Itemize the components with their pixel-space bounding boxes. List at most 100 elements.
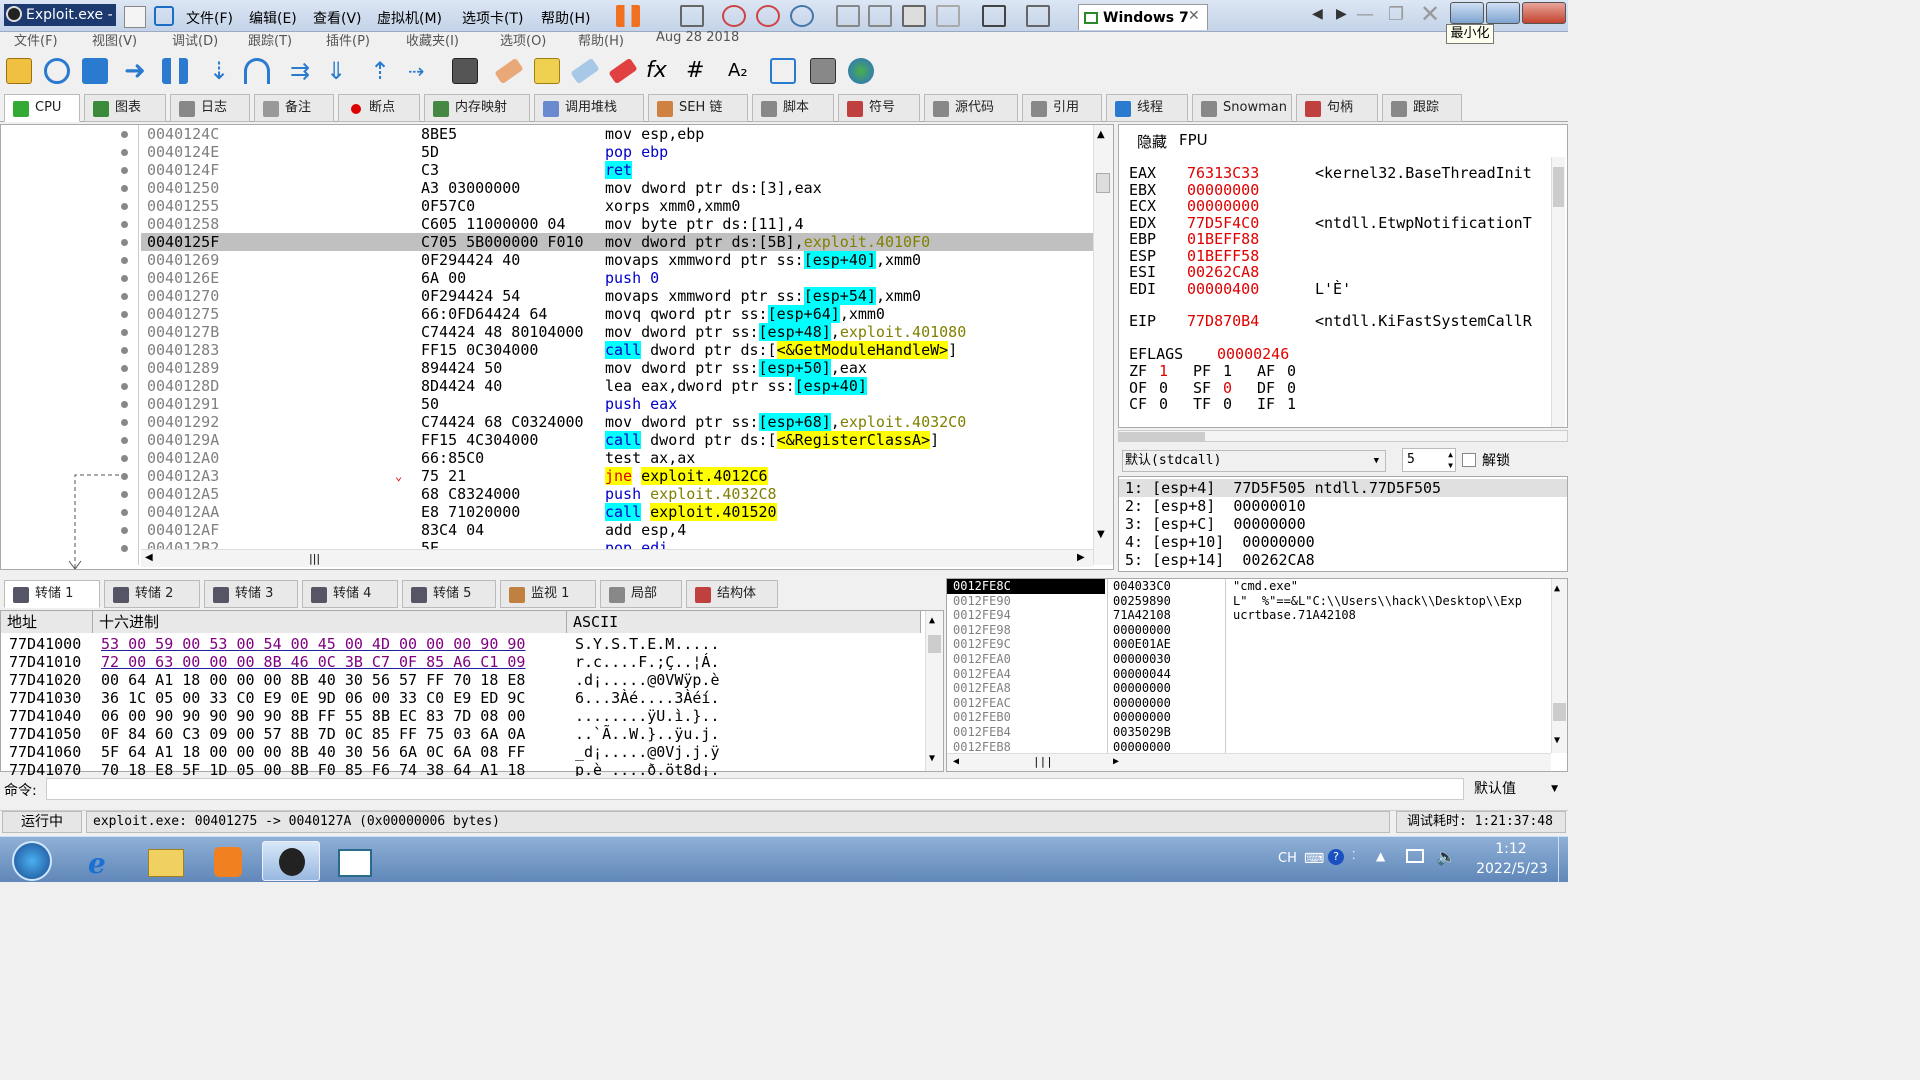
tab-5[interactable]: 内存映射 [424,94,530,122]
breakpoint-dot[interactable] [121,311,128,318]
stack-address[interactable]: 0012FEB0 [953,710,1011,725]
volume-icon[interactable]: 🔈 [1436,847,1456,866]
tab-15[interactable]: 跟踪 [1382,94,1462,122]
stack-value[interactable]: 000E01AE [1113,637,1171,652]
stack-pane[interactable]: 0012FE8C 004033C0 "cmd.exe" 0012FE90 0025989… [946,578,1568,772]
disasm-row[interactable]: 00401258 C605 11000000 04 mov byte ptr ds:… [141,215,1093,233]
prev-tab-icon[interactable]: ◀ [1312,6,1323,22]
dump-header-address[interactable]: 地址 [1,611,93,633]
hex-dump-pane[interactable]: 地址 十六进制 ASCII 77D41000 53 00 59 00 53 00 … [0,610,944,779]
scroll-up-icon[interactable]: ▲ [1097,129,1105,140]
scroll-right-icon[interactable]: ▶ [1113,756,1119,767]
terminal-icon[interactable] [982,5,1006,27]
clock-date[interactable]: 2022/5/23 [1466,861,1558,877]
dump-row[interactable]: 77D41000 53 00 59 00 53 00 54 00 45 00 4D… [1,635,921,653]
scroll-thumb[interactable] [1119,432,1205,441]
unlock-checkbox[interactable] [1462,453,1476,467]
scylla-icon[interactable] [452,58,478,84]
taskbar-x64dbg[interactable] [262,841,320,881]
patch-icon[interactable] [494,57,524,85]
tab-6[interactable]: 调用堆栈 [534,94,644,122]
run-icon[interactable]: ➜ [124,58,150,84]
arg-count-spinner[interactable]: 5 ▲ ▼ [1402,448,1456,472]
breakpoint-dot[interactable] [121,257,128,264]
breakpoint-dot[interactable] [121,455,128,462]
breakpoint-dot[interactable] [121,221,128,228]
disasm-row[interactable]: 00401270 0F294424 54 movaps xmmword ptr ss… [141,287,1093,305]
register-value[interactable]: 01BEFF88 [1187,231,1259,248]
run-to-user-code-icon[interactable]: ⇢ [408,58,434,84]
register-value[interactable]: 76313C33 [1187,165,1259,182]
dump-header-ascii[interactable]: ASCII [567,611,921,633]
argument-row[interactable]: 4: [esp+10] 00000000 [1119,533,1567,551]
breakpoint-dot[interactable] [121,383,128,390]
stack-value[interactable]: 00259890 [1113,594,1171,609]
host-menu-item-2[interactable]: 查看(V) [313,8,362,28]
minimize-button[interactable] [1450,2,1484,24]
host-menu-item-1[interactable]: 编辑(E) [249,8,297,28]
dump-tab-4[interactable]: 转储 5 [402,580,496,608]
stack-hscroll[interactable]: ◀ ||| ▶ [947,753,1551,771]
scroll-down-icon[interactable]: ▼ [1097,529,1105,540]
flag-value[interactable]: 0 [1223,396,1232,413]
dump-vscroll[interactable]: ▲ ▼ [925,611,943,771]
stack-value[interactable]: 00000000 [1113,696,1171,711]
disasm-row[interactable]: 00401250 A3 03000000 mov dword ptr ds:[3],… [141,179,1093,197]
app-menu-item-8[interactable]: Aug 28 2018 [656,30,739,45]
stack-address[interactable]: 0012FEA0 [953,652,1011,667]
app-menu-item-5[interactable]: 收藏夹(I) [406,30,459,49]
functions-icon[interactable]: fx [646,58,672,84]
ime-options-icon[interactable]: ⁚ [1352,849,1356,862]
breakpoint-dot[interactable] [121,401,128,408]
dump-header-hex[interactable]: 十六进制 [93,611,567,633]
app-menu-item-3[interactable]: 跟踪(T) [248,30,292,49]
breakpoint-dot[interactable] [121,293,128,300]
breakpoint-dot[interactable] [121,365,128,372]
calculator-icon[interactable] [810,58,836,84]
fullscreen-icon[interactable] [902,5,926,27]
command-mode-select[interactable]: 默认值 ▼ [1468,778,1564,800]
stack-value[interactable]: 0035029B [1113,725,1171,740]
register-value[interactable]: 00000000 [1187,198,1259,215]
register-value[interactable]: 00262CA8 [1187,264,1259,281]
argument-row[interactable]: 3: [esp+C] 00000000 [1119,515,1567,533]
disassembly-pane[interactable]: 0040124C 8BE5 mov esp,ebp 0040124E 5D pop ebp… [0,124,1114,570]
dump-row[interactable]: 77D41010 72 00 63 00 00 00 8B 46 0C 3B C7… [1,653,921,671]
breakpoint-dot[interactable] [121,509,128,516]
breakpoint-dot[interactable] [121,131,128,138]
step-into-icon[interactable]: ⇣ [206,58,232,84]
close-button[interactable] [1522,2,1566,24]
dump-tab-1[interactable]: 转储 2 [104,580,200,608]
tab-11[interactable]: 引用 [1022,94,1102,122]
breakpoint-dot[interactable] [121,275,128,282]
hide-fpu-toggle[interactable]: 隐藏 [1137,131,1167,152]
stack-address[interactable]: 0012FE94 [953,608,1011,623]
dump-row[interactable]: 77D41030 36 1C 05 00 33 C0 E9 0E 9D 06 00… [1,689,921,707]
app-menu-item-1[interactable]: 视图(V) [92,30,137,49]
trace-into-icon[interactable]: ⇉ [290,58,316,84]
scroll-thumb[interactable] [928,635,941,653]
sidebar-icon[interactable] [836,5,860,27]
trace-over-icon[interactable]: ⇓ [326,58,352,84]
stack-value[interactable]: 00000000 [1113,623,1171,638]
restart-icon[interactable] [44,58,70,84]
dump-tab-3[interactable]: 转储 4 [302,580,398,608]
argument-row[interactable]: 1: [esp+4] 77D5F505 ntdll.77D5F505 [1119,479,1567,497]
clock-time[interactable]: 1:12 [1480,841,1542,857]
eflags-value[interactable]: 00000246 [1217,346,1289,363]
dump-tab-7[interactable]: 结构体 [686,580,778,608]
disasm-row[interactable]: 00401289 894424 50 mov dword ptr ss:[esp+5… [141,359,1093,377]
stack-address[interactable]: 0012FEA8 [953,681,1011,696]
flag-value[interactable]: 0 [1159,396,1168,413]
breakpoint-dot[interactable] [121,437,128,444]
dump-tab-2[interactable]: 转储 3 [204,580,298,608]
arguments-pane[interactable]: 1: [esp+4] 77D5F505 ntdll.77D5F505 2: [es… [1118,476,1568,572]
register-value[interactable]: 00000000 [1187,181,1259,199]
dump-row[interactable]: 77D41020 00 64 A1 18 00 00 00 8B 40 30 56… [1,671,921,689]
tray-expand-icon[interactable]: ▲ [1376,849,1385,863]
breakpoint-dot[interactable] [121,491,128,498]
disasm-row[interactable]: 00401255 0F57C0 xorps xmm0,xmm0 [141,197,1093,215]
disasm-row[interactable]: 00401292 C74424 68 C0324000 mov dword ptr … [141,413,1093,431]
execute-till-return-icon[interactable]: ⇡ [370,58,396,84]
flag-value[interactable]: 1 [1223,363,1232,380]
